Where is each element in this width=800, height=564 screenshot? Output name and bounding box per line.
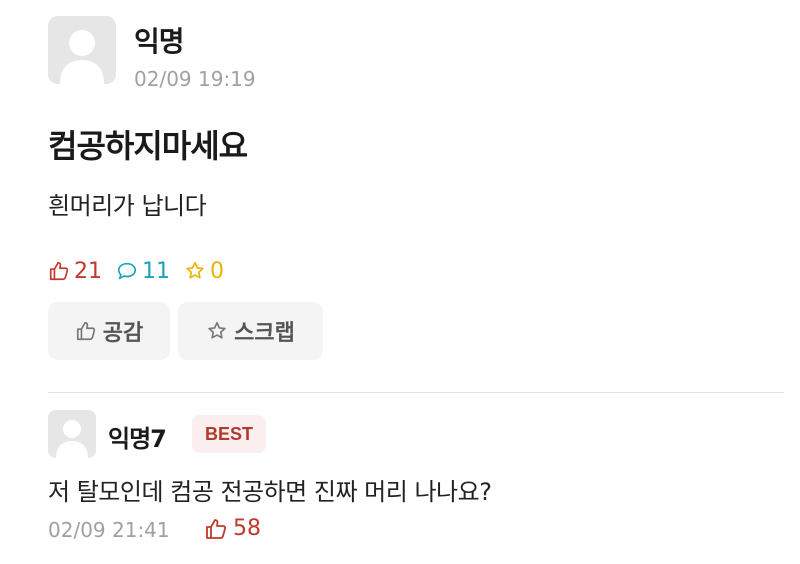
avatar-placeholder-icon bbox=[48, 410, 96, 458]
speech-bubble-icon bbox=[117, 262, 137, 280]
post-stats: 21 11 0 bbox=[48, 256, 238, 286]
comment-like-button[interactable]: 58 bbox=[204, 516, 261, 541]
post-title: 컴공하지마세요 bbox=[48, 127, 248, 165]
post-timestamp: 02/09 19:19 bbox=[134, 67, 256, 91]
thumbs-up-icon bbox=[76, 321, 95, 341]
scrap-button-label: 스크랩 bbox=[234, 321, 295, 346]
post: 익명 02/09 19:19 컴공하지마세요 흰머리가 납니다 21 11 0 … bbox=[0, 0, 800, 392]
like-count-value: 21 bbox=[74, 258, 102, 284]
scrap-count: 0 bbox=[184, 259, 224, 284]
star-icon bbox=[208, 321, 226, 339]
scrap-button[interactable]: 스크랩 bbox=[178, 302, 323, 360]
comment-timestamp: 02/09 21:41 bbox=[48, 518, 170, 542]
comment-count-value: 11 bbox=[142, 258, 170, 284]
comment-author[interactable]: 익명7 bbox=[108, 419, 167, 454]
like-count: 21 bbox=[48, 259, 102, 284]
like-button[interactable]: 공감 bbox=[48, 302, 170, 360]
comment-like-count: 58 bbox=[233, 516, 261, 541]
comment-avatar[interactable] bbox=[48, 410, 96, 458]
avatar[interactable] bbox=[48, 16, 116, 84]
like-button-label: 공감 bbox=[102, 321, 144, 346]
comment-count: 11 bbox=[116, 259, 170, 284]
best-badge: BEST bbox=[192, 415, 266, 453]
post-body: 흰머리가 납니다 bbox=[48, 192, 207, 220]
thumbs-up-icon bbox=[206, 518, 227, 539]
thumbs-up-icon bbox=[49, 261, 69, 281]
comment-text: 저 탈모인데 컴공 전공하면 진짜 머리 나나요? bbox=[48, 478, 492, 506]
scrap-count-value: 0 bbox=[210, 258, 224, 284]
avatar-placeholder-icon bbox=[48, 16, 116, 84]
divider bbox=[48, 392, 784, 393]
star-icon bbox=[186, 261, 204, 279]
author-name[interactable]: 익명 bbox=[134, 20, 185, 60]
